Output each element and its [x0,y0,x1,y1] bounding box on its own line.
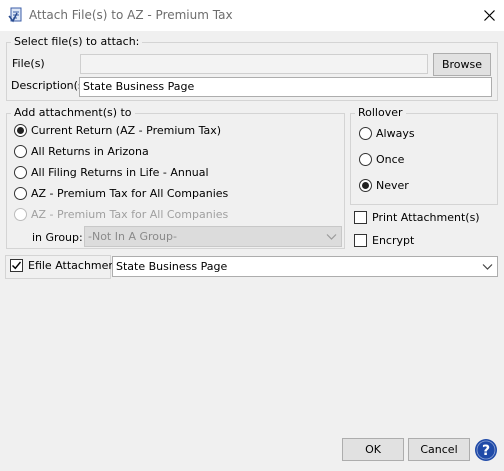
radio-label: Current Return (AZ - Premium Tax) [31,124,222,137]
document-attach-icon [8,7,22,23]
radio-all-companies-in-group: AZ - Premium Tax for All Companies [14,208,228,221]
window-title: Attach File(s) to AZ - Premium Tax [29,8,233,22]
radio-current-return[interactable]: Current Return (AZ - Premium Tax) [14,124,221,137]
radio-label: Never [376,179,409,192]
group-select-value: -Not In A Group- [88,230,177,243]
in-group-label: in Group: [32,231,83,244]
radio-button[interactable] [14,166,27,179]
radio-label: AZ - Premium Tax for All Companies [31,208,229,221]
radio-rollover-never[interactable]: Never [359,179,409,192]
chevron-down-icon [482,264,493,270]
radio-all-filing-returns[interactable]: All Filing Returns in Life - Annual [14,166,209,179]
browse-button[interactable]: Browse [433,53,491,76]
select-files-group-label: Select file(s) to attach: [11,35,143,48]
efile-select[interactable]: State Business Page [112,256,498,277]
title-bar: Attach File(s) to AZ - Premium Tax [0,0,504,31]
radio-all-returns-arizona[interactable]: All Returns in Arizona [14,145,149,158]
efile-attachment-label: Efile Attachment [28,259,120,272]
rollover-group-label: Rollover [355,106,406,119]
radio-button[interactable] [359,127,372,140]
radio-button[interactable] [14,187,27,200]
radio-rollover-once[interactable]: Once [359,153,404,166]
print-attachment-label: Print Attachment(s) [372,211,480,224]
add-attachment-group-label: Add attachment(s) to [11,106,135,119]
ok-button[interactable]: OK [342,438,404,461]
close-icon [483,9,495,21]
radio-button [14,208,27,221]
radio-label: All Filing Returns in Life - Annual [31,166,209,179]
cancel-button[interactable]: Cancel [408,438,470,461]
encrypt-label: Encrypt [372,234,415,247]
radio-rollover-always[interactable]: Always [359,127,415,140]
help-button[interactable]: ? [474,438,498,462]
efile-attachment-option[interactable]: Efile Attachment [10,259,120,272]
files-label: File(s) [12,57,45,70]
svg-text:?: ? [482,443,490,459]
print-attachment-checkbox[interactable] [354,211,367,224]
radio-label: All Returns in Arizona [31,145,149,158]
radio-button[interactable] [359,153,372,166]
radio-button[interactable] [14,145,27,158]
radio-button[interactable] [359,179,372,192]
encrypt-option[interactable]: Encrypt [354,234,414,247]
group-select: -Not In A Group- [84,226,342,247]
help-icon: ? [475,439,497,461]
files-field[interactable] [80,54,428,74]
efile-attachment-checkbox[interactable] [10,259,23,272]
description-field[interactable]: State Business Page [79,77,492,97]
radio-label: AZ - Premium Tax for All Companies [31,187,229,200]
close-button[interactable] [474,0,504,30]
radio-all-companies[interactable]: AZ - Premium Tax for All Companies [14,187,228,200]
chevron-down-icon [326,234,337,240]
radio-label: Always [376,127,415,140]
encrypt-checkbox[interactable] [354,234,367,247]
radio-button[interactable] [14,124,27,137]
description-label: Description(s) [11,79,88,92]
efile-select-value: State Business Page [116,260,228,273]
radio-label: Once [376,153,405,166]
print-attachment-option[interactable]: Print Attachment(s) [354,211,480,224]
checkmark-icon [12,261,22,270]
